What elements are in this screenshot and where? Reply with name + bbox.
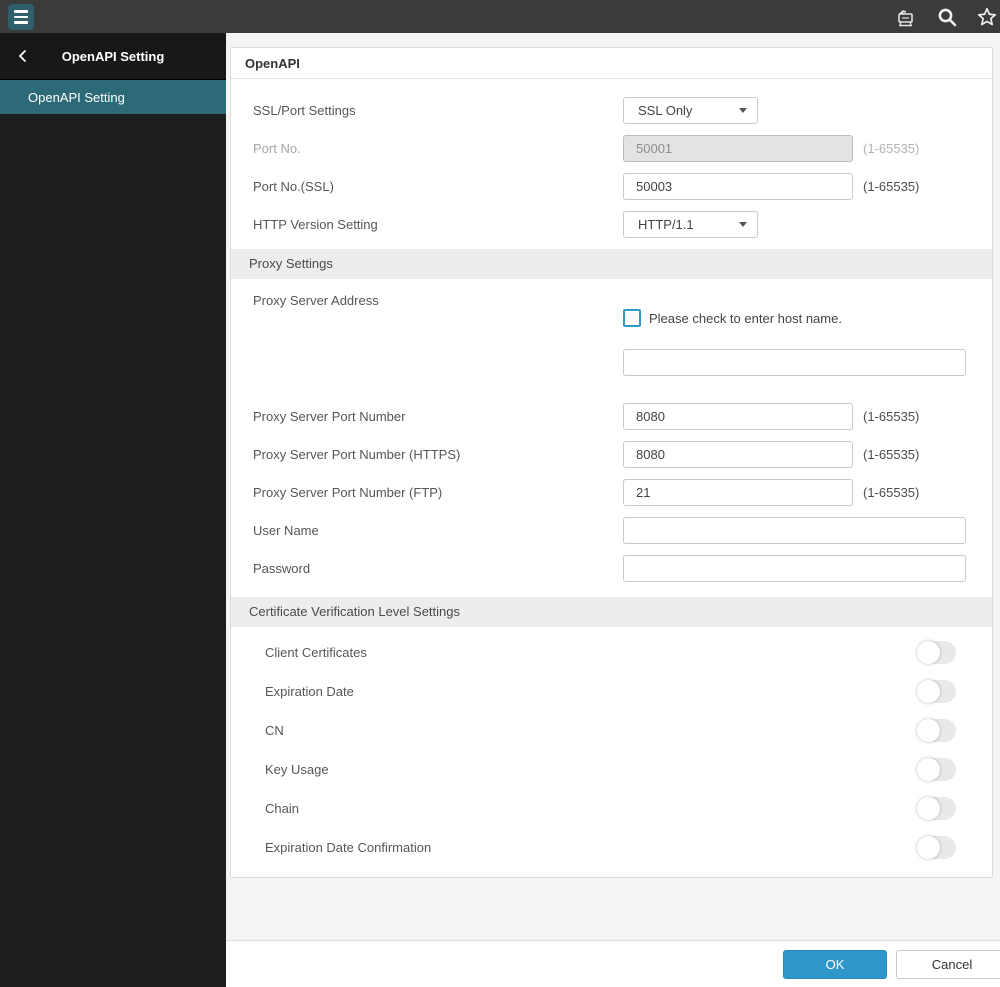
client-certificates-label: Client Certificates — [265, 645, 367, 660]
expiration-date-confirmation-label: Expiration Date Confirmation — [265, 840, 432, 855]
chain-toggle[interactable] — [917, 797, 956, 820]
key-usage-toggle[interactable] — [917, 758, 956, 781]
http-version-label: HTTP Version Setting — [253, 216, 378, 232]
proxy-settings-section-header: Proxy Settings — [231, 249, 992, 279]
ok-button[interactable]: OK — [783, 950, 887, 979]
sidebar-item-label: OpenAPI Setting — [28, 89, 125, 105]
search-icon[interactable] — [936, 6, 958, 28]
openapi-card: OpenAPI SSL/Port Settings SSL Only Port … — [230, 47, 993, 878]
chevron-down-icon — [739, 221, 747, 227]
key-usage-row: Key Usage — [231, 750, 992, 789]
sidebar-header: OpenAPI Setting — [0, 33, 226, 80]
password-row: Password — [231, 549, 992, 587]
footer-bar: OK Cancel — [226, 940, 1000, 987]
port-no-ssl-row: Port No.(SSL) (1-65535) — [231, 167, 992, 205]
expiration-date-confirmation-toggle[interactable] — [917, 836, 956, 859]
cn-toggle[interactable] — [917, 719, 956, 742]
proxy-port-row: Proxy Server Port Number (1-65535) — [231, 397, 992, 435]
expiration-date-confirmation-row: Expiration Date Confirmation — [231, 828, 992, 867]
http-version-row: HTTP Version Setting HTTP/1.1 — [231, 205, 992, 243]
proxy-port-ftp-row: Proxy Server Port Number (FTP) (1-65535) — [231, 473, 992, 511]
hostname-checkbox-label: Please check to enter host name. — [649, 310, 842, 326]
proxy-port-https-label: Proxy Server Port Number (HTTPS) — [253, 446, 461, 462]
expiration-date-row: Expiration Date — [231, 672, 992, 711]
printer-icon[interactable] — [894, 5, 918, 29]
password-label: Password — [253, 560, 311, 576]
port-no-ssl-label: Port No.(SSL) — [253, 178, 334, 194]
key-usage-label: Key Usage — [265, 762, 329, 777]
port-no-row: Port No. (1-65535) — [231, 129, 992, 167]
password-input[interactable] — [623, 554, 966, 582]
proxy-port-ftp-label: Proxy Server Port Number (FTP) — [253, 484, 443, 500]
proxy-server-address-input[interactable] — [623, 349, 966, 376]
sidebar-title: OpenAPI Setting — [61, 48, 165, 64]
ssl-port-settings-value: SSL Only — [638, 102, 693, 118]
top-bar — [0, 0, 1000, 33]
sidebar: OpenAPI Setting OpenAPI Setting — [0, 33, 226, 987]
expiration-date-label: Expiration Date — [265, 684, 354, 699]
hostname-checkbox[interactable] — [623, 309, 641, 327]
cn-row: CN — [231, 711, 992, 750]
proxy-port-https-input[interactable] — [623, 440, 853, 468]
chain-row: Chain — [231, 789, 992, 828]
page-title: OpenAPI — [231, 48, 992, 79]
proxy-port-ftp-input[interactable] — [623, 478, 853, 506]
proxy-port-ftp-range-hint: (1-65535) — [863, 484, 920, 500]
port-no-input — [623, 134, 853, 162]
certificate-section-header: Certificate Verification Level Settings — [231, 597, 992, 627]
expiration-date-toggle[interactable] — [917, 680, 956, 703]
proxy-port-label: Proxy Server Port Number — [253, 408, 406, 424]
ssl-port-settings-row: SSL/Port Settings SSL Only — [231, 91, 992, 129]
port-no-label: Port No. — [253, 140, 301, 156]
client-certificates-toggle[interactable] — [917, 641, 956, 664]
main-area: OpenAPI SSL/Port Settings SSL Only Port … — [226, 33, 1000, 987]
ssl-port-settings-select[interactable]: SSL Only — [623, 96, 758, 124]
user-name-row: User Name — [231, 511, 992, 549]
proxy-server-address-block: Proxy Server Address Please check to ent… — [231, 287, 992, 391]
port-no-range-hint: (1-65535) — [863, 140, 920, 156]
proxy-port-https-range-hint: (1-65535) — [863, 446, 920, 462]
ssl-port-settings-label: SSL/Port Settings — [253, 102, 356, 118]
cancel-button[interactable]: Cancel — [896, 950, 1000, 979]
port-no-ssl-range-hint: (1-65535) — [863, 178, 920, 194]
star-icon[interactable] — [976, 6, 998, 28]
port-no-ssl-input[interactable] — [623, 172, 853, 200]
http-version-select[interactable]: HTTP/1.1 — [623, 210, 758, 238]
cn-label: CN — [265, 723, 284, 738]
chevron-down-icon — [739, 107, 747, 113]
chevron-left-icon[interactable] — [14, 47, 32, 65]
proxy-server-address-label: Proxy Server Address — [253, 293, 379, 308]
chain-label: Chain — [265, 801, 299, 816]
user-name-label: User Name — [253, 522, 319, 538]
proxy-port-range-hint: (1-65535) — [863, 408, 920, 424]
http-version-value: HTTP/1.1 — [638, 216, 694, 232]
sidebar-item-openapi-setting[interactable]: OpenAPI Setting — [0, 80, 226, 114]
proxy-port-https-row: Proxy Server Port Number (HTTPS) (1-6553… — [231, 435, 992, 473]
proxy-port-input[interactable] — [623, 402, 853, 430]
client-certificates-row: Client Certificates — [231, 633, 992, 672]
hamburger-icon[interactable] — [8, 4, 34, 30]
user-name-input[interactable] — [623, 516, 966, 544]
